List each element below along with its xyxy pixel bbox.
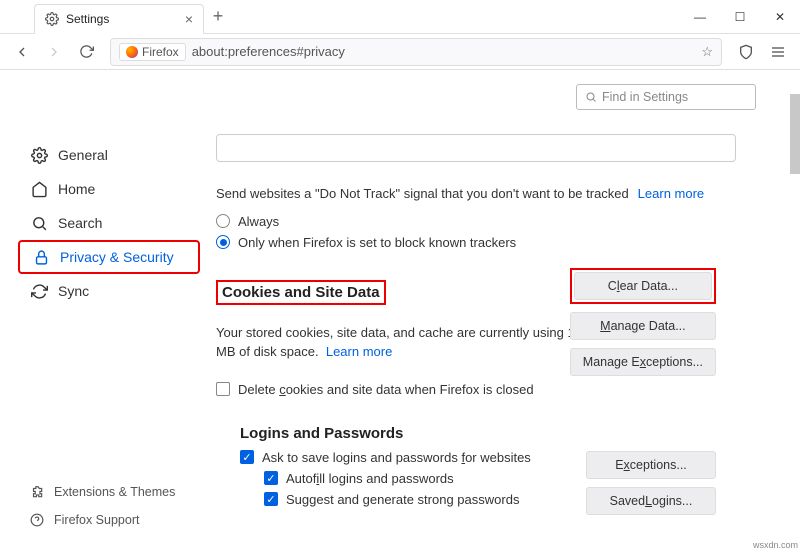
firefox-icon: [126, 46, 138, 58]
clear-data-button[interactable]: Clear Data...: [574, 272, 712, 300]
window-close[interactable]: ✕: [760, 0, 800, 34]
window-maximize[interactable]: ☐: [720, 0, 760, 34]
dnt-learn-more-link[interactable]: Learn more: [638, 186, 704, 201]
cookies-learn-more-link[interactable]: Learn more: [326, 344, 392, 359]
help-icon: [30, 513, 46, 527]
sync-icon: [30, 282, 48, 300]
delete-cookies-on-close-checkbox[interactable]: Delete cookies and site data when Firefo…: [216, 382, 760, 397]
shield-icon[interactable]: [732, 38, 760, 66]
watermark-text: wsxdn.com: [753, 540, 798, 550]
sidebar-item-general[interactable]: General: [22, 138, 200, 172]
close-tab-icon[interactable]: ×: [185, 11, 193, 27]
dnt-onlywhen-radio[interactable]: Only when Firefox is set to block known …: [216, 235, 760, 250]
manage-data-button[interactable]: Manage Data...: [570, 312, 716, 340]
sidebar-item-search[interactable]: Search: [22, 206, 200, 240]
radio-unchecked-icon: [216, 214, 230, 228]
tab-title: Settings: [66, 12, 185, 26]
checkbox-checked-icon: ✓: [264, 471, 278, 485]
sidebar-support-link[interactable]: Firefox Support: [22, 506, 200, 534]
checkbox-checked-icon: ✓: [240, 450, 254, 464]
sidebar-item-home[interactable]: Home: [22, 172, 200, 206]
settings-sidebar: General Home Search Privacy & Security S…: [0, 70, 200, 552]
logins-exceptions-button[interactable]: Exceptions...: [586, 451, 716, 479]
new-tab-button[interactable]: +: [204, 6, 232, 27]
browser-tab[interactable]: Settings ×: [34, 4, 204, 34]
sidebar-item-privacy[interactable]: Privacy & Security: [18, 240, 200, 274]
checkbox-checked-icon: ✓: [264, 492, 278, 506]
scrollbar-thumb[interactable]: [790, 94, 800, 174]
manage-exceptions-button[interactable]: Manage Exceptions...: [570, 348, 716, 376]
clear-data-highlight: Clear Data...: [570, 268, 716, 304]
address-bar[interactable]: Firefox about:preferences#privacy ☆: [110, 38, 722, 66]
cookies-section-title: Cookies and Site Data: [216, 280, 386, 305]
exceptions-field-placeholder[interactable]: [216, 134, 736, 162]
url-text: about:preferences#privacy: [192, 44, 345, 59]
bookmark-star-icon[interactable]: ☆: [701, 44, 713, 60]
dnt-description: Send websites a "Do Not Track" signal th…: [216, 186, 629, 201]
reload-button[interactable]: [72, 38, 100, 66]
checkbox-unchecked-icon: [216, 382, 230, 396]
back-button[interactable]: [8, 38, 36, 66]
gear-icon: [30, 146, 48, 164]
gear-icon: [45, 12, 59, 26]
search-icon: [30, 214, 48, 232]
firefox-badge: Firefox: [119, 43, 186, 61]
sidebar-extensions-link[interactable]: Extensions & Themes: [22, 478, 200, 506]
sidebar-item-sync[interactable]: Sync: [22, 274, 200, 308]
home-icon: [30, 180, 48, 198]
logins-section-title: Logins and Passwords: [240, 425, 760, 442]
puzzle-icon: [30, 485, 46, 499]
app-menu-button[interactable]: [764, 38, 792, 66]
lock-icon: [32, 248, 50, 266]
radio-checked-icon: [216, 235, 230, 249]
browser-toolbar: Firefox about:preferences#privacy ☆: [0, 34, 800, 70]
window-titlebar: Settings × + — ☐ ✕: [0, 0, 800, 34]
saved-logins-button[interactable]: Saved Logins...: [586, 487, 716, 515]
window-minimize[interactable]: —: [680, 0, 720, 34]
forward-button[interactable]: [40, 38, 68, 66]
settings-main: Find in Settings Send websites a "Do Not…: [200, 70, 800, 552]
find-in-settings-input[interactable]: Find in Settings: [576, 84, 756, 110]
dnt-always-radio[interactable]: Always: [216, 214, 760, 229]
cookies-description: Your stored cookies, site data, and cach…: [216, 325, 592, 360]
